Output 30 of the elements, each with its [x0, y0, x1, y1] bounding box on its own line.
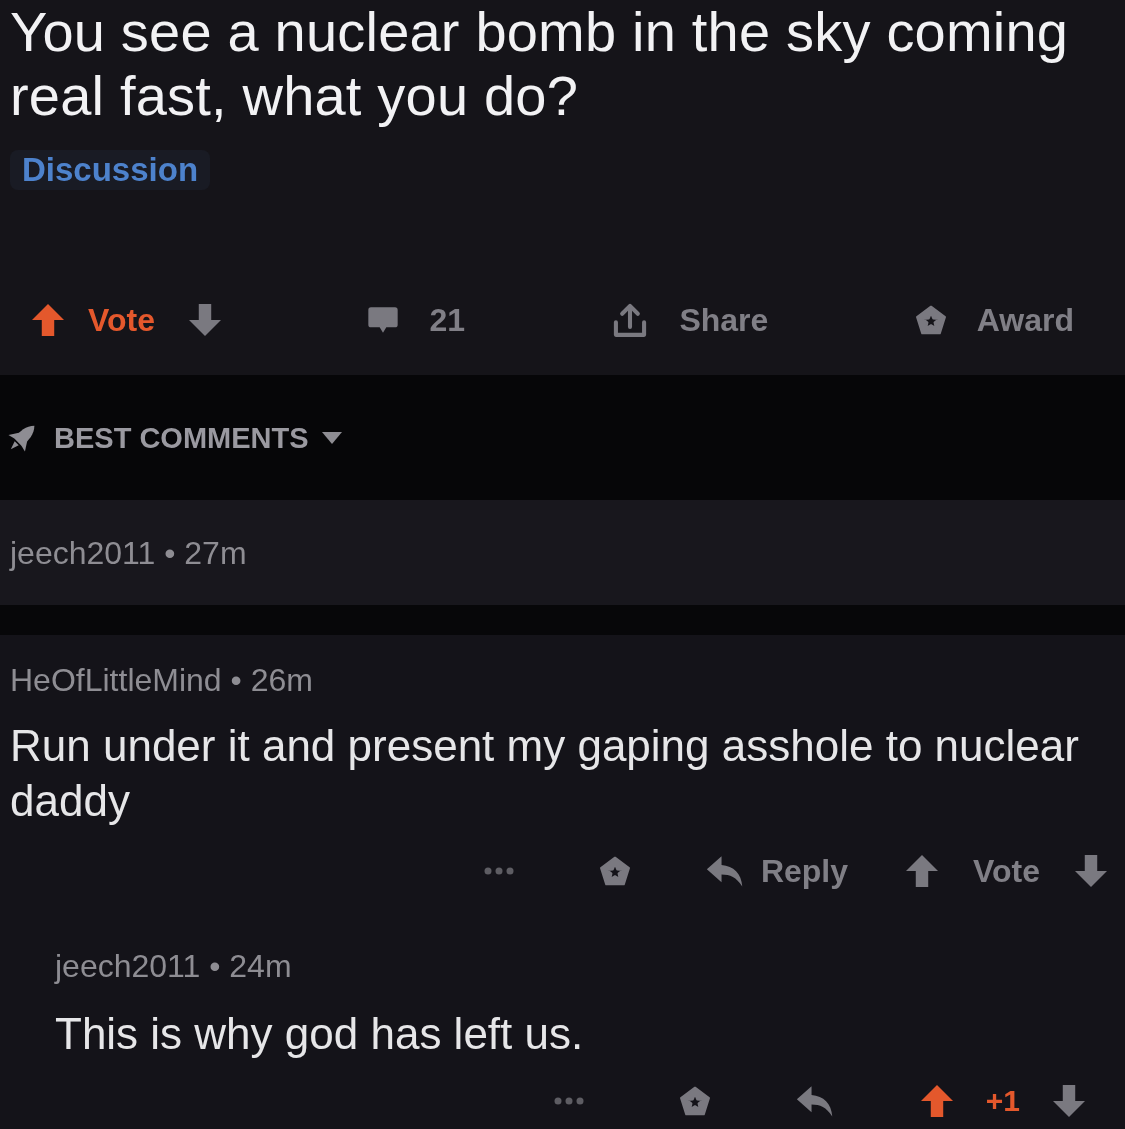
down-arrow-icon[interactable]: [1075, 855, 1107, 887]
sort-dropdown[interactable]: BEST COMMENTS: [2, 417, 343, 458]
down-arrow-icon[interactable]: [1053, 1085, 1085, 1117]
vote-count: Vote: [973, 852, 1040, 891]
award-icon[interactable]: [598, 855, 631, 887]
comment-text: This is why god has left us.: [55, 1008, 584, 1060]
down-arrow-icon[interactable]: [188, 304, 221, 336]
comment-byline: jeech2011 • 27m: [10, 534, 247, 571]
vote-count: +1: [985, 1083, 1020, 1119]
award-icon[interactable]: [678, 1085, 711, 1117]
flair-tag[interactable]: Discussion: [10, 150, 211, 190]
award-icon: [914, 304, 947, 336]
post-title: You see a nuclear bomb in the sky coming real fast, what you do?: [10, 0, 1070, 128]
reply-button[interactable]: Reply: [705, 851, 849, 891]
comments-button[interactable]: 21: [367, 300, 465, 340]
award-button[interactable]: Award: [914, 300, 1074, 340]
up-arrow-icon[interactable]: [32, 304, 64, 336]
speech-bubble-icon: [367, 306, 400, 334]
reply-arrow-icon[interactable]: [795, 1085, 834, 1117]
up-arrow-icon[interactable]: [920, 1085, 953, 1117]
vote-count: Vote: [88, 301, 155, 340]
more-icon[interactable]: [553, 1097, 584, 1105]
more-icon[interactable]: [483, 867, 514, 875]
comment-byline: HeOfLittleMind • 26m: [10, 662, 313, 698]
reply-arrow-icon: [705, 855, 744, 887]
share-button[interactable]: Share: [611, 300, 769, 340]
comment-text: Run under it and present my gaping asshole to nuclear daddy: [10, 720, 1080, 827]
caret-icon: [320, 430, 343, 445]
up-arrow-icon[interactable]: [906, 855, 939, 887]
comment-byline: jeech2011 • 24m: [55, 948, 292, 984]
